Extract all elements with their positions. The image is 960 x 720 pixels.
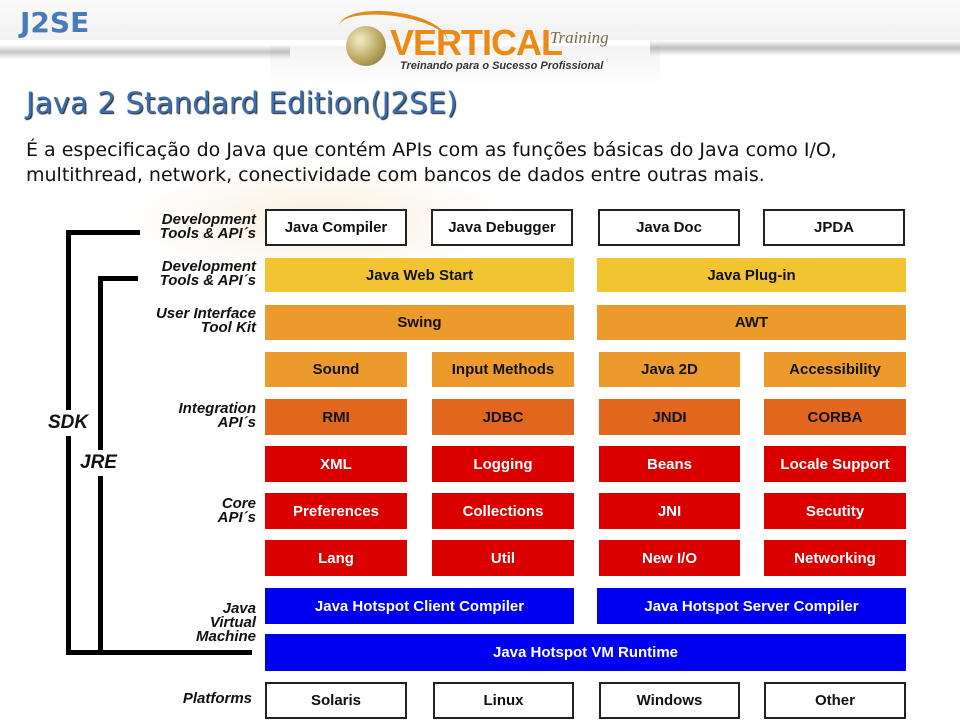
sdk-label: SDK: [48, 410, 89, 436]
side-label-line: API´s: [217, 509, 256, 526]
side-label-line: API´s: [217, 414, 256, 431]
box-java-web-start: Java Web Start: [265, 258, 574, 292]
logo-tagline: Treinando para o Sucesso Profissional: [400, 60, 604, 72]
box-beans: Beans: [599, 446, 740, 482]
bracket-bottom: [66, 650, 252, 655]
logo-brand-initial: V: [390, 22, 414, 63]
box-solaris: Solaris: [265, 682, 407, 719]
box-input-methods: Input Methods: [432, 352, 574, 387]
logo-brand-text: ERTICAL: [413, 22, 563, 63]
box-other: Other: [764, 682, 906, 719]
side-label-platforms: Platforms: [120, 690, 252, 707]
box-java-plug-in: Java Plug-in: [597, 258, 906, 292]
side-label-jvm: Java Virtual Machine: [120, 601, 256, 645]
side-label-line: Tool Kit: [200, 319, 256, 336]
box-java-debugger: Java Debugger: [431, 209, 573, 246]
side-label-core: Core API´s: [120, 496, 256, 526]
box-new-io: New I/O: [599, 540, 740, 576]
side-label-ui-toolkit: User Interface Tool Kit: [120, 306, 256, 336]
side-label-line: Platforms: [182, 690, 252, 707]
box-windows: Windows: [599, 682, 740, 719]
slide-title: Java 2 Standard Edition(J2SE): [26, 86, 458, 120]
box-jdbc: JDBC: [432, 399, 574, 435]
box-hotspot-client-compiler: Java Hotspot Client Compiler: [265, 588, 574, 624]
slide-description: É a especificação do Java que contém API…: [26, 139, 837, 186]
side-label-line: Tools & API´s: [159, 272, 256, 289]
box-networking: Networking: [764, 540, 906, 576]
globe-icon: [346, 26, 386, 66]
box-locale-support: Locale Support: [764, 446, 906, 482]
header-shadow-left: [0, 45, 290, 59]
box-lang: Lang: [265, 540, 407, 576]
box-corba: CORBA: [764, 399, 906, 435]
box-util: Util: [432, 540, 574, 576]
box-xml: XML: [265, 446, 407, 482]
box-hotspot-server-compiler: Java Hotspot Server Compiler: [597, 588, 906, 624]
box-java-2d: Java 2D: [599, 352, 740, 387]
box-swing: Swing: [265, 305, 574, 340]
box-java-compiler: Java Compiler: [265, 209, 407, 246]
box-rmi: RMI: [265, 399, 407, 435]
logo-brand: VERTICAL: [390, 22, 563, 64]
side-label-line: Tools & API´s: [159, 225, 256, 242]
sdk-bracket-vertical: [66, 230, 71, 655]
box-jndi: JNDI: [599, 399, 740, 435]
box-security: Secutity: [764, 493, 906, 529]
header-shadow-right: [650, 40, 960, 56]
box-accessibility: Accessibility: [764, 352, 906, 387]
box-awt: AWT: [597, 305, 906, 340]
vertical-training-logo: VERTICAL Training Treinando para o Suces…: [335, 4, 609, 74]
side-label-integration: Integration API´s: [120, 401, 257, 431]
section-title: J2SE: [20, 6, 90, 39]
side-label-dev-tools-2: Development Tools & API´s: [120, 259, 256, 289]
box-java-doc: Java Doc: [598, 209, 740, 246]
box-jni: JNI: [599, 493, 740, 529]
box-preferences: Preferences: [265, 493, 407, 529]
side-label-dev-tools-1: Development Tools & API´s: [120, 212, 256, 242]
box-logging: Logging: [432, 446, 574, 482]
box-linux: Linux: [433, 682, 574, 719]
box-jpda: JPDA: [763, 209, 905, 246]
box-sound: Sound: [265, 352, 407, 387]
side-label-line: Machine: [195, 628, 256, 645]
logo-suffix: Training: [550, 28, 609, 47]
jre-label: JRE: [80, 450, 117, 476]
box-collections: Collections: [432, 493, 574, 529]
box-hotspot-vm-runtime: Java Hotspot VM Runtime: [265, 634, 906, 671]
